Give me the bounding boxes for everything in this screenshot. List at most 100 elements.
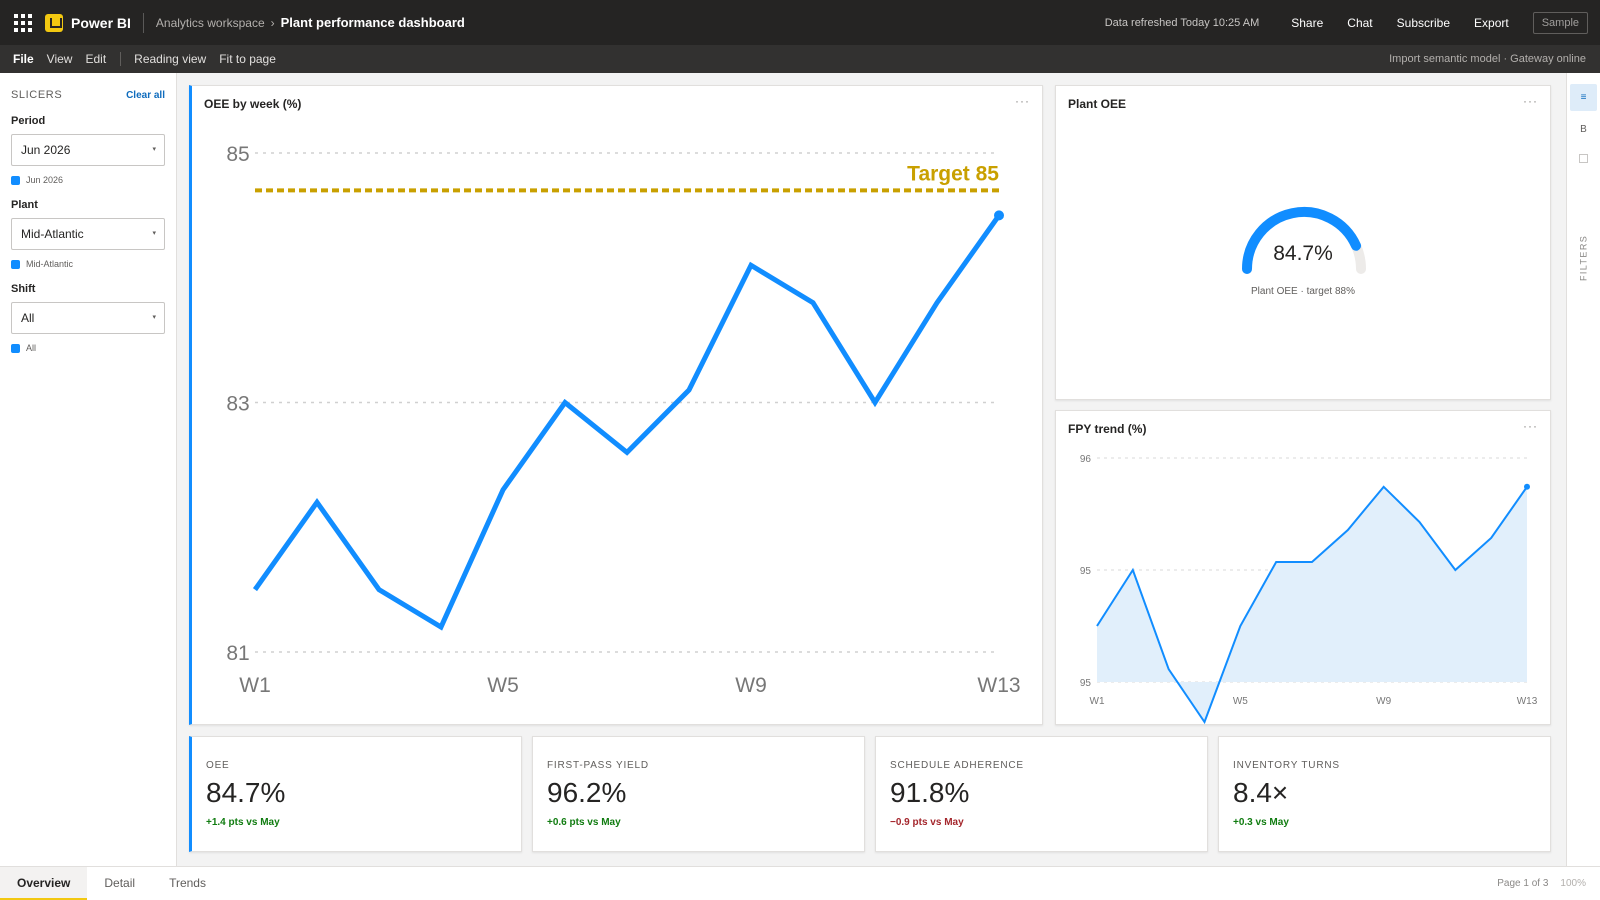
kpi-value: 91.8% xyxy=(890,777,970,808)
slicers-pane: SLICERS Clear all Period Jun 2026 ▾ Jun … xyxy=(0,73,177,866)
x-tick-label: W5 xyxy=(487,674,519,697)
slicer-label: Period xyxy=(11,115,46,127)
right-rail: ≡ B FILTERS xyxy=(1566,73,1600,866)
fpy-area-chart: 96 95 95 W1 W5 W9 W13 xyxy=(1080,454,1538,725)
kpi-label: SCHEDULE ADHERENCE xyxy=(890,760,1024,771)
chip-label: Mid-Atlantic xyxy=(26,259,74,269)
chip-label: All xyxy=(26,343,37,353)
kpi-card-inventory-turns[interactable]: INVENTORY TURNS 8.4× +0.3 vs May xyxy=(1218,736,1551,852)
kpi-label: INVENTORY TURNS xyxy=(1233,760,1340,771)
selection-pane-icon[interactable] xyxy=(1579,154,1588,163)
chevron-down-icon: ▾ xyxy=(152,314,156,321)
power-bi-logo-icon xyxy=(45,13,63,32)
x-tick-label: W1 xyxy=(1090,696,1105,707)
chevron-down-icon: ▾ xyxy=(152,146,156,153)
menu-view[interactable]: View xyxy=(47,52,73,66)
dropdown-value: Jun 2026 xyxy=(21,143,71,157)
kpi-value: 96.2% xyxy=(547,777,627,808)
kpi-delta: +0.3 vs May xyxy=(1233,817,1289,828)
x-tick-label: W13 xyxy=(977,674,1020,697)
app-name[interactable]: Power BI xyxy=(71,15,131,31)
dropdown-value: Mid-Atlantic xyxy=(21,227,84,241)
plant-dropdown[interactable]: Mid-Atlantic ▾ xyxy=(11,218,165,250)
fit-to-page-button[interactable]: Fit to page xyxy=(219,52,276,66)
y-tick-label: 96 xyxy=(1080,454,1092,465)
color-swatch xyxy=(11,259,20,269)
oee-line-chart: 85 83 81 Target 85 W1 W5 W9 W13 xyxy=(226,143,1020,697)
divider xyxy=(120,52,122,66)
kpi-label: FIRST-PASS YIELD xyxy=(547,760,649,771)
subscribe-button[interactable]: Subscribe xyxy=(1397,16,1450,30)
y-tick-label: 83 xyxy=(226,393,249,416)
slicer-label: Shift xyxy=(11,283,36,295)
breadcrumb-workspace[interactable]: Analytics workspace xyxy=(156,16,265,30)
menu-edit[interactable]: Edit xyxy=(85,52,106,66)
filters-pane-toggle[interactable]: FILTERS xyxy=(1570,223,1597,293)
x-tick-label: W13 xyxy=(1517,696,1538,707)
kpi-delta: −0.9 pts vs May xyxy=(890,817,964,828)
period-dropdown[interactable]: Jun 2026 ▾ xyxy=(11,134,165,166)
kpi-delta: +0.6 pts vs May xyxy=(547,817,621,828)
gauge-value: 84.7% xyxy=(1273,242,1333,265)
slicer-shift: Shift All ▾ All xyxy=(0,283,176,353)
chip-label: Jun 2026 xyxy=(26,175,64,185)
title-bar: Power BI Analytics workspace › Plant per… xyxy=(0,0,1600,45)
color-swatch xyxy=(11,175,20,185)
tab-detail[interactable]: Detail xyxy=(87,867,152,900)
refresh-status: Data refreshed Today 10:25 AM xyxy=(1104,16,1260,29)
fpy-trend-card[interactable]: FPY trend (%) ··· 96 95 95 W1 W5 W9 W13 xyxy=(1055,410,1551,725)
x-tick-label: W1 xyxy=(239,674,271,697)
export-button[interactable]: Export xyxy=(1474,16,1509,30)
x-tick-label: W5 xyxy=(1233,696,1248,707)
plant-oee-card[interactable]: Plant OEE ··· 84.7% Plant OEE · target 8… xyxy=(1055,85,1551,400)
share-button[interactable]: Share xyxy=(1291,16,1323,30)
divider xyxy=(142,12,144,33)
data-point xyxy=(1524,483,1530,490)
x-tick-label: W9 xyxy=(1376,696,1391,707)
clear-all-button[interactable]: Clear all xyxy=(126,90,165,101)
tab-overview[interactable]: Overview xyxy=(0,866,88,900)
kpi-value: 84.7% xyxy=(206,777,286,808)
kpi-card-oee[interactable]: OEE 84.7% +1.4 pts vs May xyxy=(189,736,522,852)
area-fill xyxy=(1097,486,1527,722)
y-tick-label: 85 xyxy=(226,143,249,166)
menu-bar: File View Edit Reading view Fit to page … xyxy=(0,45,1600,73)
sample-badge: Sample xyxy=(1532,11,1588,34)
chevron-down-icon: ▾ xyxy=(152,230,156,237)
bookmarks-icon[interactable]: B xyxy=(1570,116,1597,143)
reading-view-button[interactable]: Reading view xyxy=(134,52,206,66)
tab-trends[interactable]: Trends xyxy=(152,867,223,900)
y-tick-label: 81 xyxy=(226,642,249,665)
y-tick-label: 95 xyxy=(1080,678,1092,689)
selection-chip[interactable]: Jun 2026 xyxy=(11,175,165,185)
report-title: Plant performance dashboard xyxy=(280,15,465,30)
app-launcher-icon[interactable] xyxy=(14,13,32,32)
selection-chip[interactable]: Mid-Atlantic xyxy=(11,259,165,269)
gauge-caption: Plant OEE · target 88% xyxy=(1251,286,1355,297)
page-indicator: Page 1 of 3 xyxy=(1497,878,1549,889)
oee-by-week-card[interactable]: OEE by week (%) ··· 85 83 81 Target 85 W1 W5 W… xyxy=(189,85,1043,725)
kpi-card-schedule-adherence[interactable]: SCHEDULE ADHERENCE 91.8% −0.9 pts vs May xyxy=(875,736,1208,852)
kpi-card-first-pass-yield[interactable]: FIRST-PASS YIELD 96.2% +0.6 pts vs May xyxy=(532,736,865,852)
target-label: Target 85 xyxy=(907,162,999,185)
model-status: Import semantic model · Gateway online xyxy=(1389,53,1586,65)
page-tabs-bar: Overview Detail Trends Page 1 of 3 100% xyxy=(0,866,1600,900)
x-tick-label: W9 xyxy=(735,674,767,697)
y-tick-label: 95 xyxy=(1080,566,1092,577)
slicer-plant: Plant Mid-Atlantic ▾ Mid-Atlantic xyxy=(0,199,176,269)
series-line xyxy=(252,213,1002,631)
color-swatch xyxy=(11,343,20,353)
menu-file[interactable]: File xyxy=(13,52,34,66)
zoom-level[interactable]: 100% xyxy=(1560,878,1586,889)
kpi-label: OEE xyxy=(206,760,230,771)
data-point xyxy=(994,210,1004,221)
dropdown-value: All xyxy=(21,311,35,325)
slicer-period: Period Jun 2026 ▾ Jun 2026 xyxy=(0,115,176,185)
slicer-label: Plant xyxy=(11,199,38,211)
breadcrumb-separator: › xyxy=(270,15,275,30)
slicers-title: SLICERS xyxy=(11,89,63,101)
shift-dropdown[interactable]: All ▾ xyxy=(11,302,165,334)
format-pane-icon[interactable]: ≡ xyxy=(1570,84,1597,111)
chat-button[interactable]: Chat xyxy=(1347,16,1372,30)
selection-chip[interactable]: All xyxy=(11,343,165,353)
